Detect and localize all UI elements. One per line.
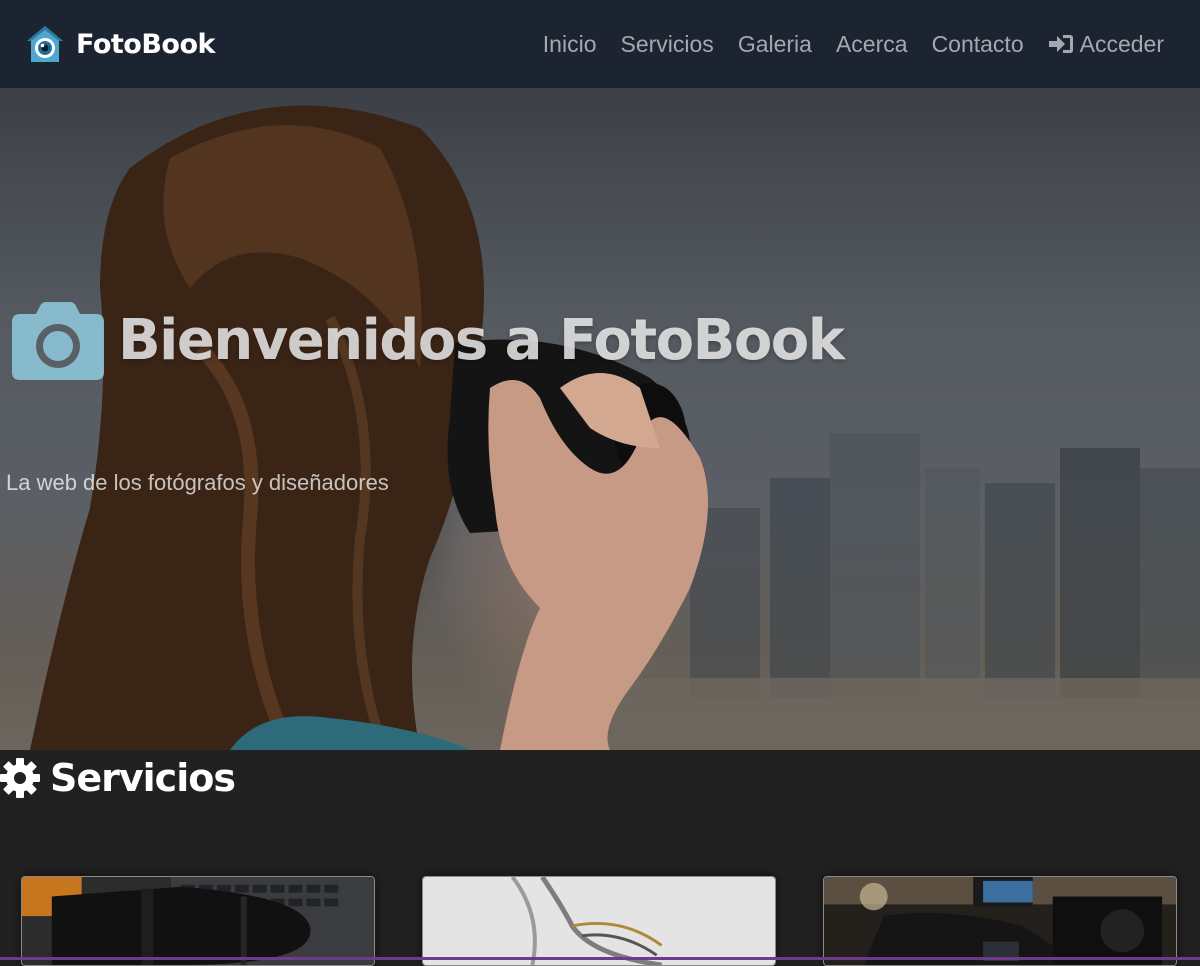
nav-links: Inicio Servicios Galeria Acerca Contacto…: [543, 31, 1164, 58]
eye-house-logo-icon: [27, 26, 63, 62]
hero-background-photo: [30, 105, 1200, 750]
brand-name: FotoBook: [76, 28, 216, 60]
service-card-1[interactable]: [21, 876, 375, 966]
hero-title: Bienvenidos a FotoBook: [12, 300, 845, 380]
services-title: Servicios: [50, 756, 236, 800]
nav-link-inicio[interactable]: Inicio: [543, 31, 597, 58]
gear-icon: [0, 758, 40, 798]
hero-banner: Bienvenidos a FotoBook La web de los fot…: [0, 88, 1200, 750]
eyelash-curler-photo: [423, 877, 775, 965]
services-heading: Servicios: [0, 756, 236, 800]
video-camera-rig-photo: [824, 877, 1176, 965]
services-section: Servicios: [0, 750, 1200, 966]
hero-title-text: Bienvenidos a FotoBook: [118, 307, 845, 373]
login-label: Acceder: [1079, 30, 1164, 57]
camera-icon: [12, 302, 104, 380]
top-navbar: FotoBook Inicio Servicios Galeria Acerca…: [0, 0, 1200, 88]
nav-link-contacto[interactable]: Contacto: [932, 31, 1024, 58]
nav-link-acerca[interactable]: Acerca: [836, 31, 908, 58]
login-link[interactable]: Acceder: [1048, 31, 1164, 58]
sign-in-icon: [1048, 35, 1073, 53]
camera-lens-on-laptop-photo: [22, 877, 374, 965]
brand-link[interactable]: FotoBook: [24, 23, 216, 65]
nav-link-servicios[interactable]: Servicios: [621, 31, 714, 58]
hero-subtitle: La web de los fotógrafos y diseñadores: [6, 470, 389, 495]
service-card-3[interactable]: [823, 876, 1177, 966]
service-card-2[interactable]: [422, 876, 776, 966]
nav-link-galeria[interactable]: Galeria: [738, 31, 812, 58]
